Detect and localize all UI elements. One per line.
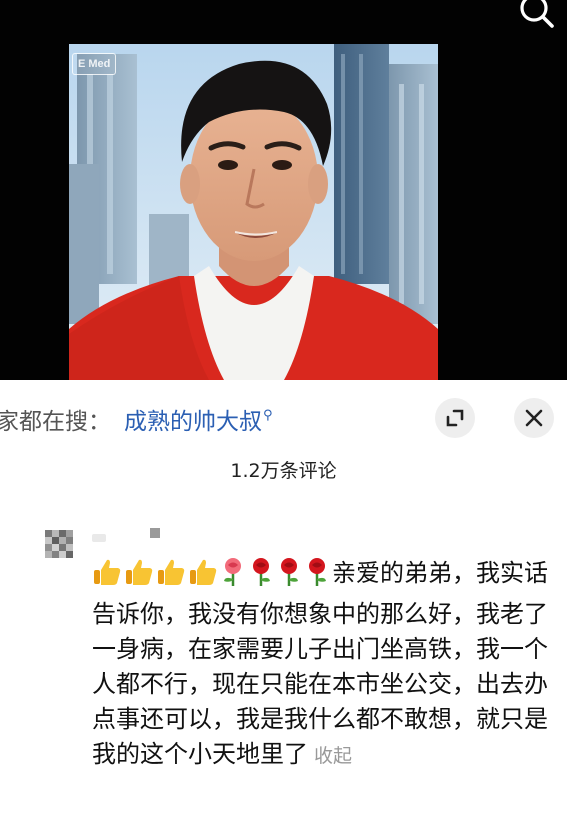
search-button[interactable] [512, 0, 560, 34]
collapse-link[interactable]: 收起 [314, 745, 352, 767]
suggested-search-link[interactable]: 成熟的帅大叔⚲ [124, 402, 273, 436]
comment-item: 亲爱的弟弟，我实话告诉你，我没有你想象中的那么好，我老了一身病，在家需要儿子出门… [0, 520, 567, 837]
thumbs-up-icon [158, 559, 185, 585]
avatar[interactable] [45, 530, 73, 558]
username-redacted [92, 534, 106, 542]
rose-icon [224, 558, 241, 586]
search-icon: ⚲ [263, 408, 273, 423]
video-player[interactable]: E Med [0, 0, 567, 380]
search-prefix-label: 家都在搜： [0, 409, 111, 435]
suggested-search-text: 成熟的帅大叔 [124, 409, 262, 435]
rose-icon [309, 558, 326, 586]
search-suggestion-bar: 家都在搜： 成熟的帅大叔⚲ [0, 380, 567, 452]
video-thumbnail [69, 44, 438, 380]
watermark-badge: E Med [72, 53, 117, 75]
close-icon [525, 409, 543, 427]
comment-count: 1.2万条评论 [230, 460, 337, 482]
thumbs-up-icon [190, 559, 217, 585]
emoji-sequence [92, 557, 332, 597]
comment-text-block: 亲爱的弟弟，我实话告诉你，我没有你想象中的那么好，我老了一身病，在家需要儿子出门… [92, 556, 562, 774]
rose-icon [281, 558, 298, 586]
thumbs-up-icon [126, 559, 153, 585]
username-redacted-mark [150, 528, 160, 538]
expand-icon [446, 409, 464, 427]
rose-icon [253, 558, 270, 586]
search-icon [520, 0, 554, 28]
expand-button[interactable] [435, 398, 475, 438]
thumbs-up-icon [94, 559, 121, 585]
close-button[interactable] [514, 398, 554, 438]
